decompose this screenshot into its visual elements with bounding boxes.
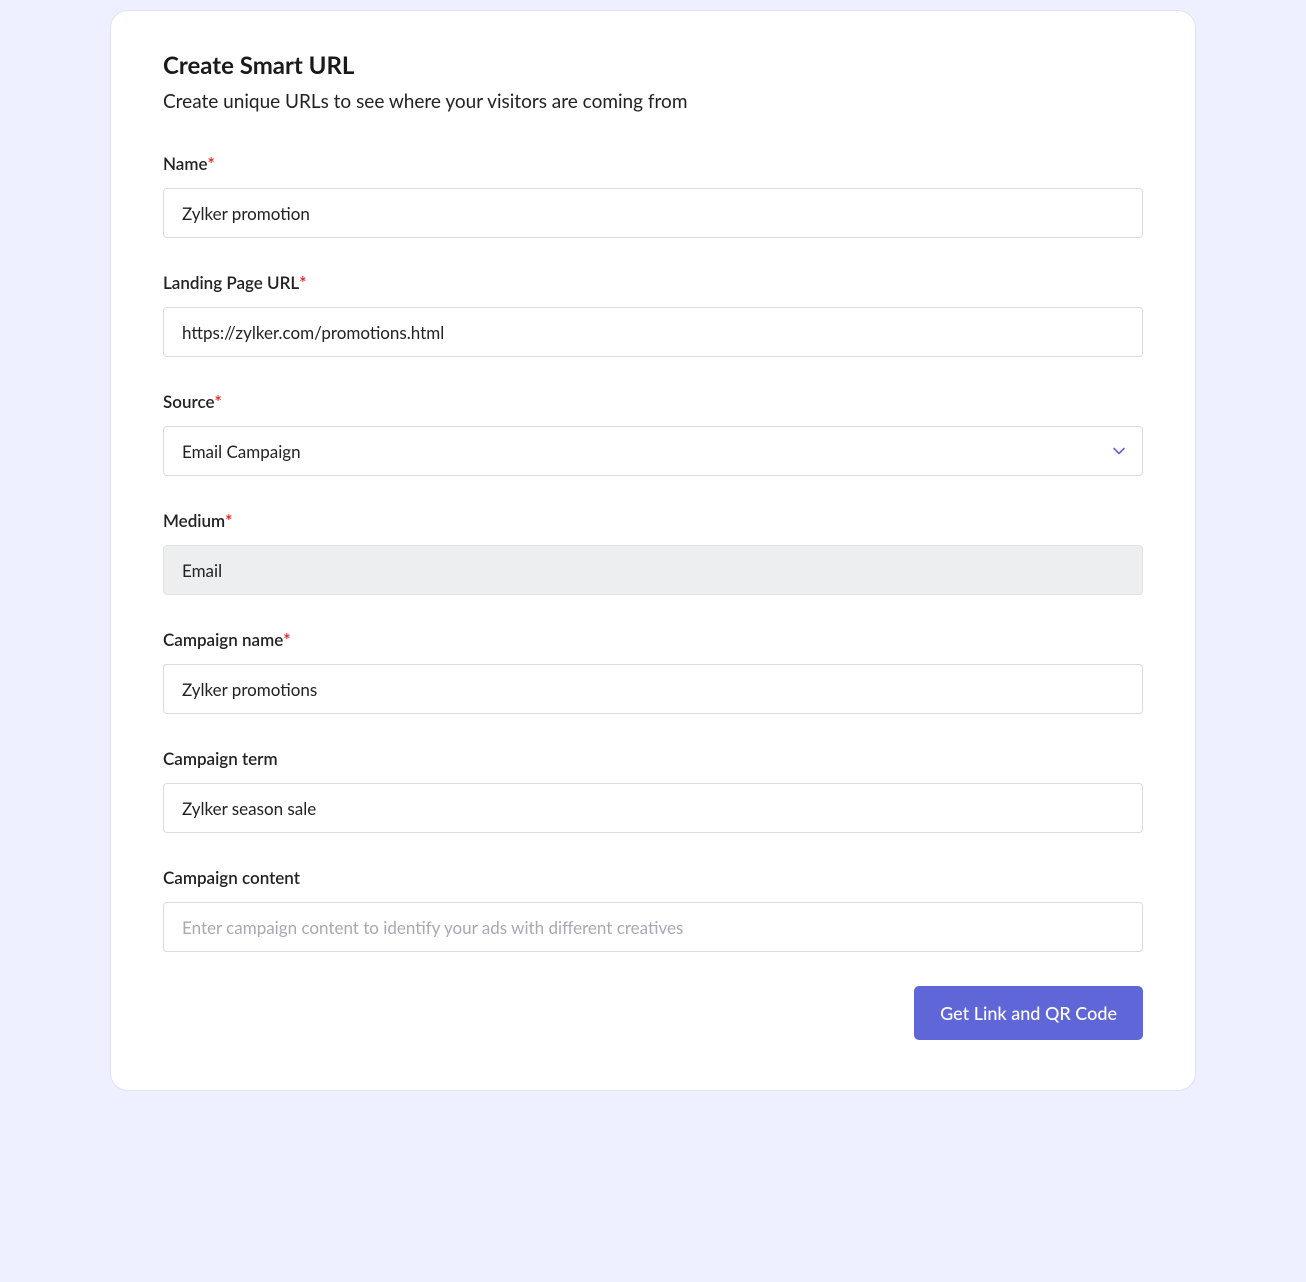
source-selected-value: Email Campaign: [182, 441, 301, 462]
required-marker: *: [208, 153, 215, 174]
campaign-content-label: Campaign content: [163, 867, 1143, 888]
action-row: Get Link and QR Code: [163, 986, 1143, 1040]
page-title: Create Smart URL: [163, 51, 1143, 80]
name-label: Name*: [163, 153, 1143, 174]
source-select[interactable]: Email Campaign: [163, 426, 1143, 476]
landing-page-url-input[interactable]: [163, 307, 1143, 357]
campaign-content-input[interactable]: [163, 902, 1143, 952]
landing-page-url-label-text: Landing Page URL: [163, 272, 299, 293]
campaign-name-label: Campaign name*: [163, 629, 1143, 650]
campaign-term-label-text: Campaign term: [163, 748, 278, 769]
field-medium: Medium*: [163, 510, 1143, 595]
campaign-content-label-text: Campaign content: [163, 867, 300, 888]
required-marker: *: [225, 510, 232, 531]
create-smart-url-card: Create Smart URL Create unique URLs to s…: [110, 10, 1196, 1091]
source-select-wrap: Email Campaign: [163, 426, 1143, 476]
required-marker: *: [283, 629, 290, 650]
source-label: Source*: [163, 391, 1143, 412]
landing-page-url-label: Landing Page URL*: [163, 272, 1143, 293]
campaign-name-label-text: Campaign name: [163, 629, 283, 650]
field-source: Source* Email Campaign: [163, 391, 1143, 476]
campaign-term-input[interactable]: [163, 783, 1143, 833]
field-landing-page-url: Landing Page URL*: [163, 272, 1143, 357]
required-marker: *: [299, 272, 306, 293]
source-label-text: Source: [163, 391, 215, 412]
field-campaign-term: Campaign term: [163, 748, 1143, 833]
field-campaign-name: Campaign name*: [163, 629, 1143, 714]
name-label-text: Name: [163, 153, 208, 174]
get-link-and-qr-button[interactable]: Get Link and QR Code: [914, 986, 1143, 1040]
name-input[interactable]: [163, 188, 1143, 238]
medium-label: Medium*: [163, 510, 1143, 531]
page-subtitle: Create unique URLs to see where your vis…: [163, 90, 1143, 113]
field-campaign-content: Campaign content: [163, 867, 1143, 952]
medium-label-text: Medium: [163, 510, 225, 531]
campaign-term-label: Campaign term: [163, 748, 1143, 769]
required-marker: *: [215, 391, 222, 412]
campaign-name-input[interactable]: [163, 664, 1143, 714]
medium-input: [163, 545, 1143, 595]
field-name: Name*: [163, 153, 1143, 238]
